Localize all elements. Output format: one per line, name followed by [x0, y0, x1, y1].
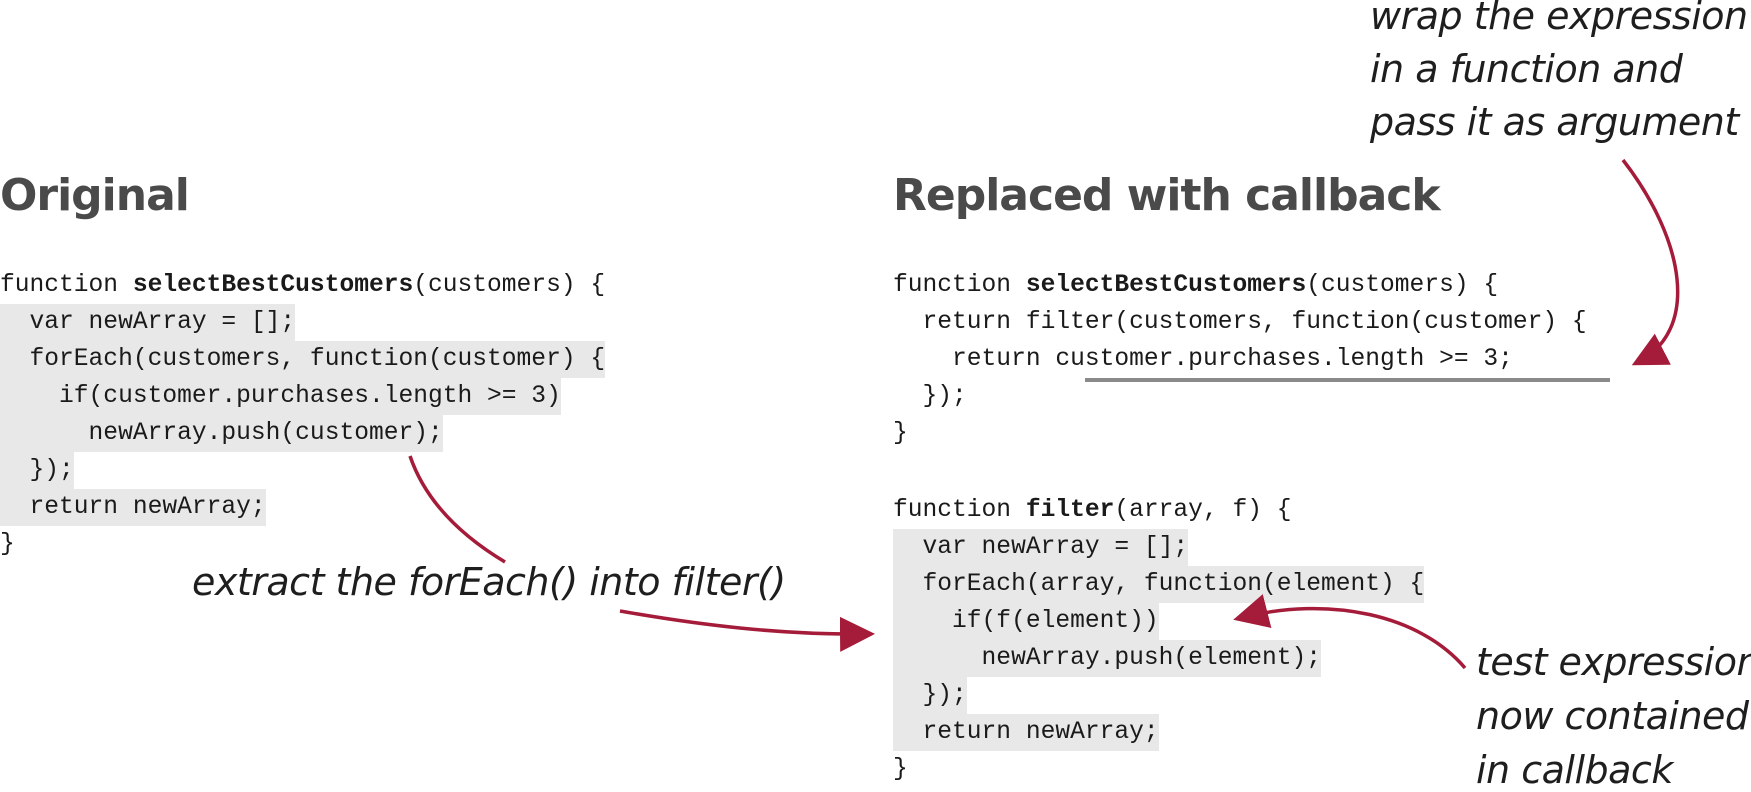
- extract-arrow-lower: [619, 609, 875, 652]
- arrows-layer: [408, 158, 1680, 670]
- wrap-arrow: [1621, 158, 1680, 366]
- test-arrow: [1233, 594, 1467, 670]
- extract-arrow-upper: [408, 455, 506, 564]
